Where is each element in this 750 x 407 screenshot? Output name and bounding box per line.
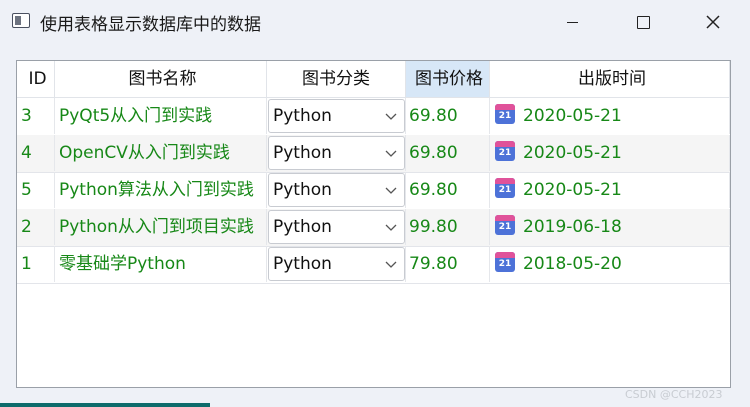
table-row[interactable]: 2 Python从入门到项目实践 Python 99.80 21 2019-06-18 xyxy=(17,209,730,247)
column-header-id[interactable]: ID xyxy=(17,61,55,98)
window-app-icon xyxy=(12,13,30,28)
books-table[interactable]: ID 图书名称 图书分类 图书价格 出版时间 3 PyQt5从入门到实践 Pytho… xyxy=(16,60,731,388)
chevron-down-icon xyxy=(385,224,397,231)
chevron-down-icon xyxy=(385,113,397,120)
column-header-name[interactable]: 图书名称 xyxy=(55,61,267,98)
publish-date-text: 2020-05-21 xyxy=(523,106,622,126)
column-header-price[interactable]: 图书价格 xyxy=(406,61,490,98)
taskbar-strip xyxy=(0,403,210,407)
category-combobox[interactable]: Python xyxy=(268,99,405,133)
cell-book-name[interactable]: Python算法从入门到实践 xyxy=(55,172,267,208)
calendar-icon: 21 xyxy=(495,178,515,198)
calendar-icon-number: 21 xyxy=(498,222,512,232)
category-combobox-value: Python xyxy=(273,143,332,163)
cell-category[interactable]: Python xyxy=(267,135,406,171)
cell-publish-date[interactable]: 21 2018-05-20 xyxy=(490,246,730,282)
cell-publish-date[interactable]: 21 2019-06-18 xyxy=(490,209,730,245)
cell-id[interactable]: 3 xyxy=(17,98,55,134)
category-combobox[interactable]: Python xyxy=(268,173,405,207)
calendar-icon-number: 21 xyxy=(498,185,512,195)
column-header-date[interactable]: 出版时间 xyxy=(490,61,730,98)
cell-id[interactable]: 5 xyxy=(17,172,55,208)
calendar-icon: 21 xyxy=(495,252,515,272)
cell-category[interactable]: Python xyxy=(267,172,406,208)
category-combobox-value: Python xyxy=(273,180,332,200)
publish-date-text: 2020-05-21 xyxy=(523,143,622,163)
table-row[interactable]: 1 零基础学Python Python 79.80 21 2018-05-20 xyxy=(17,246,730,284)
calendar-icon: 21 xyxy=(495,104,515,124)
calendar-icon: 21 xyxy=(495,141,515,161)
cell-book-name[interactable]: PyQt5从入门到实践 xyxy=(55,98,267,134)
cell-price[interactable]: 99.80 xyxy=(406,209,490,245)
cell-category[interactable]: Python xyxy=(267,209,406,245)
cell-book-name[interactable]: OpenCV从入门到实践 xyxy=(55,135,267,171)
publish-date-text: 2020-05-21 xyxy=(523,180,622,200)
minimize-icon xyxy=(566,21,578,23)
cell-category[interactable]: Python xyxy=(267,98,406,134)
window-title: 使用表格显示数据库中的数据 xyxy=(40,15,261,35)
calendar-icon-number: 21 xyxy=(498,259,512,269)
category-combobox-value: Python xyxy=(273,106,332,126)
table-row[interactable]: 3 PyQt5从入门到实践 Python 69.80 21 2020-05-21 xyxy=(17,98,730,136)
calendar-icon: 21 xyxy=(495,215,515,235)
cell-price[interactable]: 69.80 xyxy=(406,135,490,171)
cell-book-name[interactable]: Python从入门到项目实践 xyxy=(55,209,267,245)
maximize-button[interactable] xyxy=(620,0,666,44)
publish-date-text: 2019-06-18 xyxy=(523,217,622,237)
category-combobox[interactable]: Python xyxy=(268,136,405,170)
cell-id[interactable]: 1 xyxy=(17,246,55,282)
cell-price[interactable]: 69.80 xyxy=(406,172,490,208)
column-header-category[interactable]: 图书分类 xyxy=(267,61,406,98)
table-row[interactable]: 5 Python算法从入门到实践 Python 69.80 21 2020-05-21 xyxy=(17,172,730,210)
minimize-button[interactable] xyxy=(549,0,595,44)
cell-book-name[interactable]: 零基础学Python xyxy=(55,246,267,282)
publish-date-text: 2018-05-20 xyxy=(523,254,622,274)
cell-price[interactable]: 79.80 xyxy=(406,246,490,282)
table-row[interactable]: 4 OpenCV从入门到实践 Python 69.80 21 2020-05-21 xyxy=(17,135,730,173)
category-combobox[interactable]: Python xyxy=(268,247,405,281)
calendar-icon-number: 21 xyxy=(498,148,512,158)
cell-id[interactable]: 4 xyxy=(17,135,55,171)
cell-publish-date[interactable]: 21 2020-05-21 xyxy=(490,135,730,171)
category-combobox-value: Python xyxy=(273,217,332,237)
title-bar[interactable]: 使用表格显示数据库中的数据 xyxy=(0,0,750,44)
cell-category[interactable]: Python xyxy=(267,246,406,282)
main-window: 使用表格显示数据库中的数据 ID 图书名称 图书分类 图书价格 出版时间 3 Py… xyxy=(0,0,750,407)
chevron-down-icon xyxy=(385,261,397,268)
cell-publish-date[interactable]: 21 2020-05-21 xyxy=(490,172,730,208)
watermark: CSDN @CCH2023 xyxy=(625,388,723,401)
chevron-down-icon xyxy=(385,187,397,194)
close-button[interactable] xyxy=(690,0,736,44)
cell-price[interactable]: 69.80 xyxy=(406,98,490,134)
close-icon xyxy=(706,15,720,29)
category-combobox[interactable]: Python xyxy=(268,210,405,244)
maximize-icon xyxy=(636,15,650,29)
chevron-down-icon xyxy=(385,150,397,157)
cell-id[interactable]: 2 xyxy=(17,209,55,245)
cell-publish-date[interactable]: 21 2020-05-21 xyxy=(490,98,730,134)
category-combobox-value: Python xyxy=(273,254,332,274)
calendar-icon-number: 21 xyxy=(498,111,512,121)
